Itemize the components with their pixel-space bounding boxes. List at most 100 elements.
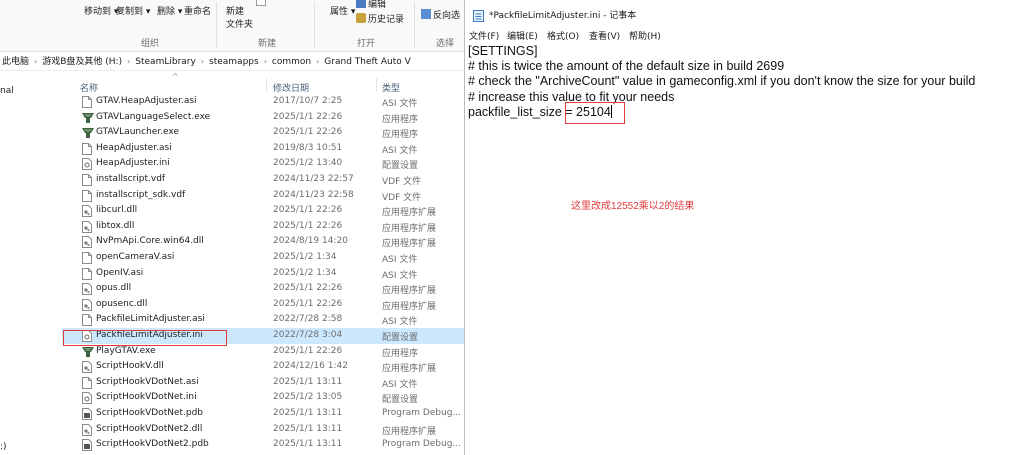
file-type: 配置设置 [382, 333, 419, 343]
breadcrumb-this-pc[interactable]: 此电脑 [2, 57, 29, 67]
file-modified-date: 2025/1/1 13:11 [273, 408, 343, 418]
file-type: 配置设置 [382, 161, 419, 172]
file-modified-date: 2024/12/16 1:42 [273, 361, 348, 372]
text-editor-area[interactable]: [SETTINGS] # this is twice the amount of… [465, 42, 1024, 455]
notepad-window: *PackfileLimitAdjuster.ini - 记事本 文件(F) 编… [464, 0, 1024, 455]
copy-to-button[interactable]: 复制到 ▾ [116, 4, 150, 17]
file-row[interactable]: GTAV.HeapAdjuster.asi 2017/10/7 2:25 ASI 文… [62, 94, 464, 110]
file-name: PlayGTAV.exe [96, 345, 156, 356]
file-name: HeapAdjuster.ini [96, 158, 170, 169]
file-row[interactable]: ScriptHookVDotNet.ini 2025/1/2 13:05 配置设置 [62, 390, 464, 406]
menu-format[interactable]: 格式(O) [547, 29, 579, 42]
file-row[interactable]: GTAVLauncher.exe 2025/1/1 22:26 应用程序 [62, 125, 464, 141]
breadcrumb-steamlibrary[interactable]: SteamLibrary [135, 57, 196, 67]
history-button[interactable]: 历史记录 [356, 12, 404, 25]
file-modified-date: 2024/11/23 22:57 [273, 174, 354, 184]
ribbon-divider [314, 2, 315, 48]
nav-item[interactable]: nal [0, 86, 14, 96]
file-name: GTAVLanguageSelect.exe [96, 111, 211, 122]
highlight-box [63, 330, 227, 346]
file-type: 应用程序扩展 [382, 223, 437, 234]
file-type: 应用程序扩展 [382, 301, 437, 312]
delete-button[interactable]: 删除 ▾ [157, 4, 182, 17]
file-row[interactable]: PackfileLimitAdjuster.asi 2022/7/28 2:58 A… [62, 312, 464, 328]
file-name: installscript_sdk.vdf [96, 189, 186, 200]
new-item-checkbox-icon[interactable] [256, 0, 268, 8]
file-row[interactable]: ScriptHookVDotNet.pdb 2025/1/1 13:11 Progr… [62, 406, 464, 422]
file-icon [82, 189, 92, 202]
file-name: opusenc.dll [96, 298, 148, 309]
menu-help[interactable]: 帮助(H) [629, 29, 661, 42]
menu-edit[interactable]: 编辑(E) [507, 29, 538, 42]
file-type: ASI 文件 [382, 145, 418, 156]
file-row[interactable]: ScriptHookVDotNet2.pdb 2025/1/1 13:11 Prog… [62, 437, 464, 453]
file-row[interactable]: openCameraV.asi 2025/1/2 1:34 ASI 文件 [62, 250, 464, 266]
file-row[interactable]: opusenc.dll 2025/1/1 22:26 应用程序扩展 [62, 297, 464, 313]
text-line: # this is twice the amount of the defaul… [468, 59, 785, 73]
invert-selection-button[interactable]: 反向选 [421, 8, 460, 21]
properties-button[interactable]: 属性 ▾ [330, 4, 355, 17]
file-icon [82, 174, 92, 186]
properties-label: 属性 [330, 7, 349, 17]
column-divider[interactable] [266, 78, 267, 92]
setting-key: packfile_list_size = [468, 105, 577, 119]
column-modified[interactable]: 修改日期 [273, 81, 309, 94]
edit-button[interactable]: 编辑 [356, 0, 386, 10]
pdb-icon [82, 439, 92, 452]
nav-item[interactable]: :) [0, 442, 7, 452]
file-name: opus.dll [96, 283, 132, 294]
file-row[interactable]: libtox.dll 2025/1/1 22:26 应用程序扩展 [62, 219, 464, 235]
group-open-label: 打开 [357, 39, 376, 49]
file-row[interactable]: NvPmApi.Core.win64.dll 2024/8/19 14:20 应用程… [62, 234, 464, 250]
dll-icon [82, 283, 92, 296]
chevron-right-icon: › [200, 57, 205, 66]
new-folder-button[interactable]: 新建 文件夹 [226, 4, 253, 30]
file-row[interactable]: libcurl.dll 2025/1/1 22:26 应用程序扩展 [62, 203, 464, 219]
file-row[interactable]: opus.dll 2025/1/1 22:26 应用程序扩展 [62, 281, 464, 297]
edit-icon [356, 0, 366, 8]
address-bar[interactable]: 此电脑 › 游戏B盘及其他 (H:) › SteamLibrary › steamapps ›… [0, 53, 464, 71]
rename-button[interactable]: 重命名 [184, 4, 211, 17]
file-modified-date: 2024/8/19 14:20 [273, 236, 348, 247]
move-to-button[interactable]: 移动到 ▾ [84, 4, 118, 17]
file-modified-date: 2025/1/2 13:05 [273, 392, 343, 403]
file-type: ASI 文件 [382, 317, 418, 328]
window-title: *PackfileLimitAdjuster.ini - 记事本 [489, 11, 637, 21]
file-modified-date: 2022/7/28 3:04 [273, 330, 343, 340]
breadcrumb-drive[interactable]: 游戏B盘及其他 (H:) [42, 57, 122, 67]
file-row[interactable]: ScriptHookV.dll 2024/12/16 1:42 应用程序扩展 [62, 359, 464, 375]
file-modified-date: 2025/1/1 22:26 [273, 298, 343, 309]
ini-icon [82, 392, 92, 405]
sort-up-icon: ^ [172, 72, 179, 81]
file-modified-date: 2017/10/7 2:25 [273, 96, 343, 106]
column-type[interactable]: 类型 [382, 81, 400, 94]
file-name: libcurl.dll [96, 205, 138, 216]
file-row[interactable]: installscript.vdf 2024/11/23 22:57 VDF 文件 [62, 172, 464, 188]
copy-to-label: 复制到 [116, 7, 144, 17]
file-name: HeapAdjuster.asi [96, 142, 172, 153]
file-row[interactable]: OpenIV.asi 2025/1/2 1:34 ASI 文件 [62, 266, 464, 282]
file-name: libtox.dll [96, 220, 135, 231]
file-type: VDF 文件 [382, 177, 422, 187]
file-row[interactable]: installscript_sdk.vdf 2024/11/23 22:58 VDF… [62, 188, 464, 204]
group-select-label: 选择 [436, 39, 455, 49]
file-row[interactable]: ScriptHookVDotNet2.dll 2025/1/1 13:11 应用程序… [62, 422, 464, 438]
file-modified-date: 2025/1/1 22:26 [273, 127, 343, 138]
invert-selection-label: 反向选 [433, 11, 461, 21]
file-explorer-window: 移动到 ▾ 复制到 ▾ 删除 ▾ 重命名 新建 文件夹 属性 ▾ 编辑 历史记录 … [0, 0, 464, 455]
breadcrumb-gtav[interactable]: Grand Theft Auto V [324, 57, 411, 67]
column-divider[interactable] [376, 78, 377, 92]
menu-view[interactable]: 查看(V) [589, 29, 620, 42]
column-name[interactable]: 名称 [80, 81, 98, 94]
file-row[interactable]: ScriptHookVDotNet.asi 2025/1/1 13:11 ASI 文… [62, 375, 464, 391]
file-row[interactable]: GTAVLanguageSelect.exe 2025/1/1 22:26 应用程序 [62, 110, 464, 126]
breadcrumb-steamapps[interactable]: steamapps [209, 57, 259, 67]
file-row[interactable]: HeapAdjuster.ini 2025/1/2 13:40 配置设置 [62, 156, 464, 172]
file-row[interactable]: HeapAdjuster.asi 2019/8/3 10:51 ASI 文件 [62, 141, 464, 157]
file-icon [82, 96, 92, 108]
file-name: GTAVLauncher.exe [96, 127, 180, 138]
file-name: ScriptHookVDotNet.asi [96, 376, 199, 387]
menu-file[interactable]: 文件(F) [469, 29, 499, 42]
breadcrumb-common[interactable]: common [272, 57, 311, 67]
chevron-right-icon: › [127, 57, 131, 66]
